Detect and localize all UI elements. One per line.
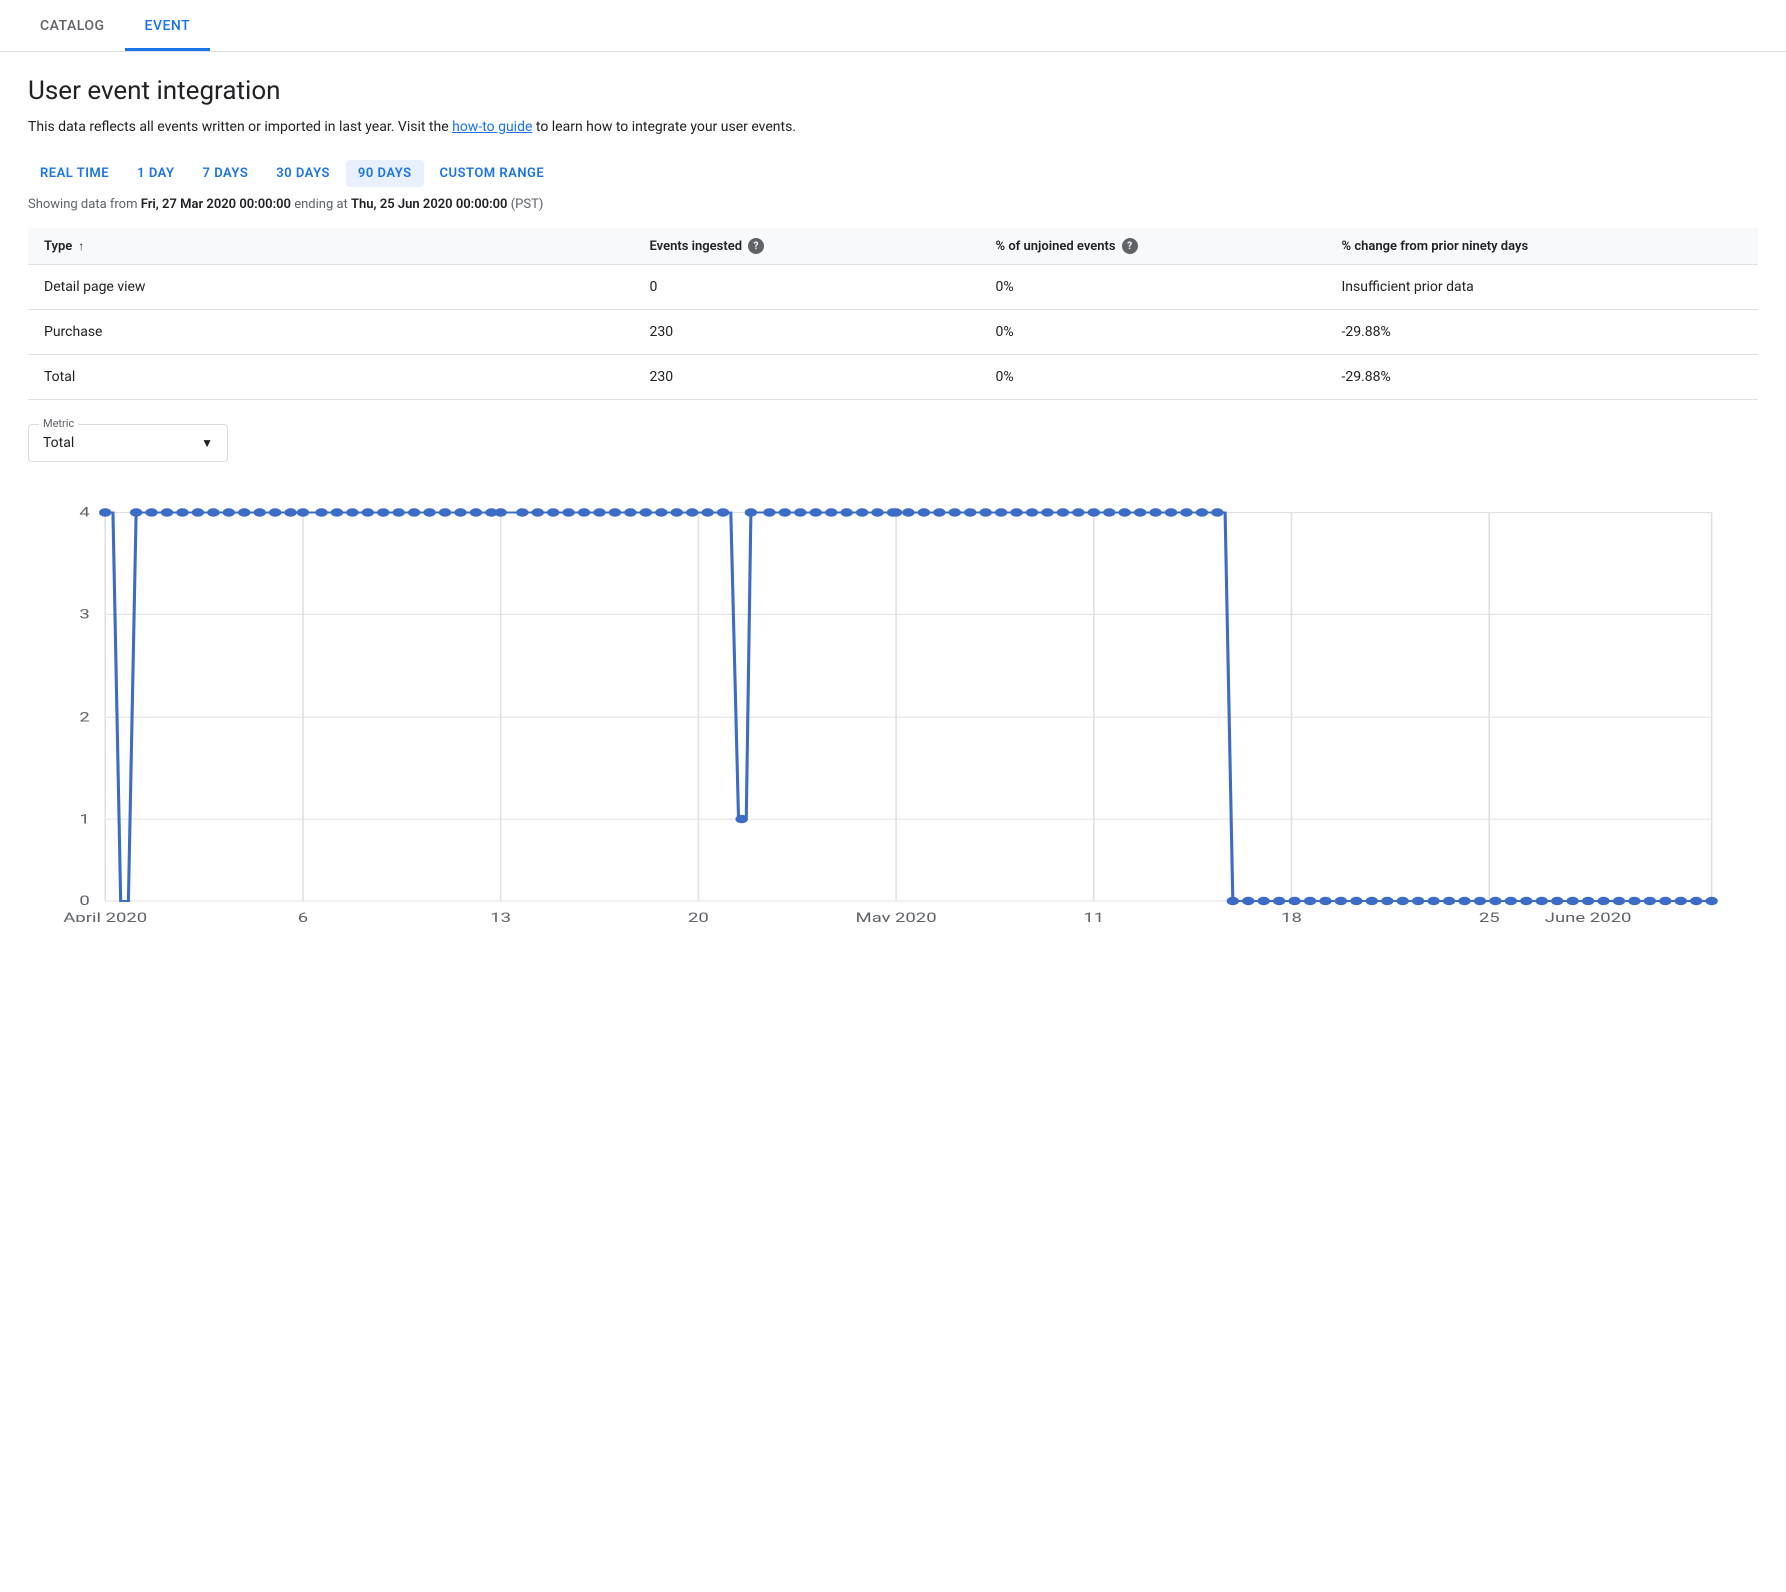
tab-custom-range[interactable]: CUSTOM RANGE: [428, 160, 557, 187]
col-header-type: Type ↑: [28, 228, 634, 265]
svg-text:1: 1: [79, 812, 89, 827]
svg-text:April 2020: April 2020: [63, 910, 147, 922]
help-icon-events-ingested[interactable]: ?: [748, 238, 764, 254]
col-header-events-ingested: Events ingested ?: [634, 228, 980, 265]
cell-unjoined-2: 0%: [980, 355, 1326, 400]
table-row: Purchase 230 0% -29.88%: [28, 310, 1758, 355]
svg-text:June 2020: June 2020: [1545, 910, 1632, 922]
cell-events-0: 0: [634, 265, 980, 310]
svg-text:2: 2: [79, 710, 90, 725]
svg-text:18: 18: [1281, 910, 1302, 922]
time-range-tabs: REAL TIME 1 DAY 7 DAYS 30 DAYS 90 DAYS C…: [28, 160, 1758, 187]
tab-90days[interactable]: 90 DAYS: [346, 160, 424, 187]
main-content: User event integration This data reflect…: [0, 52, 1786, 936]
svg-text:13: 13: [490, 910, 511, 922]
svg-text:3: 3: [79, 607, 89, 622]
col-header-change: % change from prior ninety days: [1326, 228, 1759, 265]
table-row: Detail page view 0 0% Insufficient prior…: [28, 265, 1758, 310]
events-table: Type ↑ Events ingested ? % of unjoined e…: [28, 228, 1758, 400]
sort-arrow-icon[interactable]: ↑: [78, 239, 84, 253]
chart-dots: [99, 509, 1718, 906]
cell-unjoined-0: 0%: [980, 265, 1326, 310]
nav-catalog[interactable]: CATALOG: [20, 0, 125, 51]
tab-realtime[interactable]: REAL TIME: [28, 160, 121, 187]
how-to-guide-link[interactable]: how-to guide: [452, 119, 532, 135]
col-header-unjoined: % of unjoined events ?: [980, 228, 1326, 265]
help-icon-unjoined[interactable]: ?: [1122, 238, 1138, 254]
page-description: This data reflects all events written or…: [28, 116, 1758, 138]
tab-7days[interactable]: 7 DAYS: [191, 160, 261, 187]
nav-event[interactable]: EVENT: [125, 0, 211, 51]
cell-events-2: 230: [634, 355, 980, 400]
date-range-end: Thu, 25 Jun 2020 00:00:00: [351, 197, 507, 212]
metric-label: Metric: [39, 417, 78, 430]
svg-text:6: 6: [298, 910, 309, 922]
metric-value: Total: [43, 435, 74, 451]
cell-type-2: Total: [28, 355, 634, 400]
svg-text:20: 20: [688, 910, 709, 922]
svg-text:25: 25: [1479, 910, 1500, 922]
top-navigation: CATALOG EVENT: [0, 0, 1786, 52]
date-range-info: Showing data from Fri, 27 Mar 2020 00:00…: [28, 197, 1758, 212]
cell-type-0: Detail page view: [28, 265, 634, 310]
chevron-down-icon: ▼: [201, 436, 213, 450]
cell-unjoined-1: 0%: [980, 310, 1326, 355]
cell-change-1: -29.88%: [1326, 310, 1759, 355]
page-title: User event integration: [28, 76, 1758, 106]
line-chart: 4 3 2 1 0: [28, 502, 1758, 922]
chart-container: 4 3 2 1 0: [28, 502, 1758, 922]
svg-text:11: 11: [1083, 910, 1104, 922]
cell-change-0: Insufficient prior data: [1326, 265, 1759, 310]
svg-text:4: 4: [79, 505, 90, 520]
cell-type-1: Purchase: [28, 310, 634, 355]
metric-dropdown[interactable]: Metric Total ▼: [28, 424, 228, 462]
cell-change-2: -29.88%: [1326, 355, 1759, 400]
date-range-start: Fri, 27 Mar 2020 00:00:00: [141, 197, 291, 212]
tab-1day[interactable]: 1 DAY: [125, 160, 186, 187]
table-header-row: Type ↑ Events ingested ? % of unjoined e…: [28, 228, 1758, 265]
table-row: Total 230 0% -29.88%: [28, 355, 1758, 400]
svg-text:0: 0: [79, 894, 89, 909]
cell-events-1: 230: [634, 310, 980, 355]
svg-text:May 2020: May 2020: [856, 910, 937, 922]
tab-30days[interactable]: 30 DAYS: [264, 160, 342, 187]
metric-select-inner[interactable]: Total ▼: [43, 435, 213, 451]
